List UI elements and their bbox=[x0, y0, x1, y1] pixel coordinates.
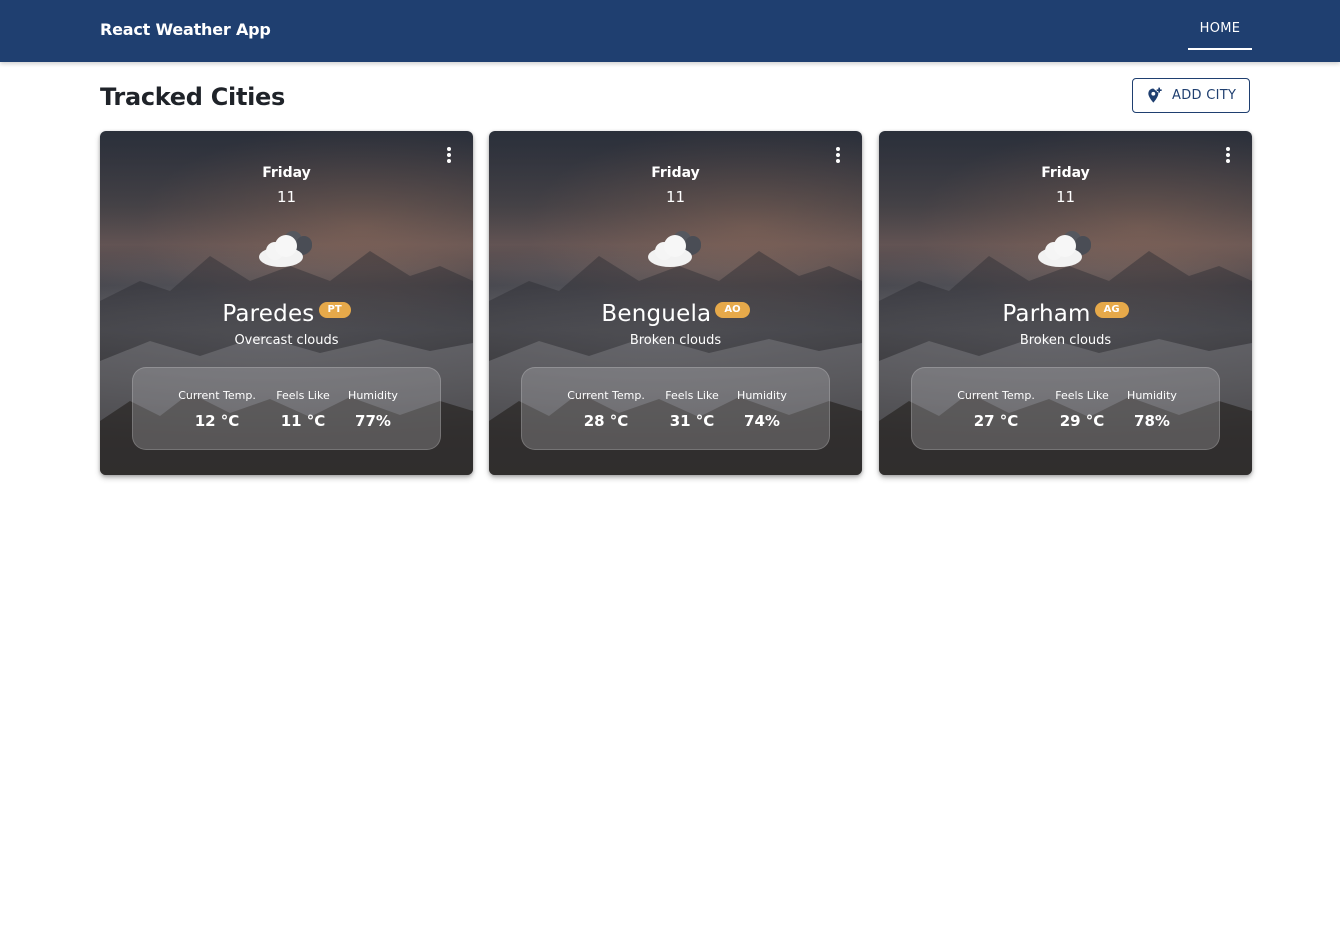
feels-like-stat: Feels Like 31 °C bbox=[660, 388, 724, 431]
current-temp-label: Current Temp. bbox=[567, 389, 645, 402]
humidity-stat: Humidity 74% bbox=[732, 388, 792, 431]
weather-description: Broken clouds bbox=[1019, 333, 1112, 348]
nav-home-tab[interactable]: HOME bbox=[1188, 0, 1252, 50]
current-temp-stat: Current Temp. 12 °C bbox=[173, 388, 261, 431]
city-card: Friday 11 Parham AG Broken clouds Current… bbox=[879, 131, 1252, 475]
current-temp-stat: Current Temp. 27 °C bbox=[952, 388, 1040, 431]
card-day: Friday bbox=[1041, 165, 1090, 181]
feels-like-value: 29 °C bbox=[1059, 412, 1105, 430]
broken-clouds-icon bbox=[648, 231, 701, 267]
current-temp-value: 27 °C bbox=[973, 412, 1019, 430]
city-name: Benguela bbox=[601, 301, 712, 327]
humidity-label: Humidity bbox=[1127, 389, 1177, 402]
add-city-button[interactable]: ADD CITY bbox=[1132, 78, 1250, 113]
broken-clouds-icon bbox=[259, 231, 312, 267]
weather-description: Broken clouds bbox=[629, 333, 722, 348]
card-day: Friday bbox=[262, 165, 311, 181]
weather-stats-panel: Current Temp. 27 °C Feels Like 29 °C Hum… bbox=[911, 367, 1220, 450]
current-temp-label: Current Temp. bbox=[178, 389, 256, 402]
city-card: Friday 11 Benguela AO Broken clouds Curre… bbox=[489, 131, 862, 475]
card-date: 11 bbox=[665, 188, 686, 206]
current-temp-label: Current Temp. bbox=[957, 389, 1035, 402]
broken-clouds-icon bbox=[1038, 231, 1091, 267]
feels-like-stat: Feels Like 11 °C bbox=[271, 388, 335, 431]
card-day: Friday bbox=[651, 165, 700, 181]
weather-stats-panel: Current Temp. 28 °C Feels Like 31 °C Hum… bbox=[521, 367, 830, 450]
feels-like-value: 11 °C bbox=[280, 412, 326, 430]
current-temp-stat: Current Temp. 28 °C bbox=[562, 388, 650, 431]
humidity-stat: Humidity 77% bbox=[343, 388, 403, 431]
weather-description: Overcast clouds bbox=[234, 333, 339, 348]
city-card: Friday 11 Paredes PT Overcast clouds Curr… bbox=[100, 131, 473, 475]
current-temp-value: 28 °C bbox=[583, 412, 629, 430]
app-bar: React Weather App HOME bbox=[0, 0, 1340, 62]
country-badge: AO bbox=[715, 302, 750, 318]
humidity-label: Humidity bbox=[737, 389, 787, 402]
feels-like-label: Feels Like bbox=[276, 389, 330, 402]
country-badge: AG bbox=[1094, 302, 1129, 318]
card-date: 11 bbox=[276, 188, 297, 206]
humidity-label: Humidity bbox=[348, 389, 398, 402]
humidity-value: 77% bbox=[355, 412, 391, 430]
feels-like-stat: Feels Like 29 °C bbox=[1050, 388, 1114, 431]
feels-like-label: Feels Like bbox=[665, 389, 719, 402]
humidity-value: 78% bbox=[1134, 412, 1170, 430]
page-title: Tracked Cities bbox=[100, 83, 286, 111]
current-temp-value: 12 °C bbox=[194, 412, 240, 430]
feels-like-value: 31 °C bbox=[669, 412, 715, 430]
humidity-stat: Humidity 78% bbox=[1122, 388, 1182, 431]
city-name: Paredes bbox=[222, 301, 315, 327]
country-badge: PT bbox=[318, 302, 351, 318]
add-city-label: ADD CITY bbox=[1172, 88, 1237, 103]
humidity-value: 74% bbox=[744, 412, 780, 430]
app-title[interactable]: React Weather App bbox=[100, 19, 271, 41]
city-name: Parham bbox=[1002, 301, 1091, 327]
weather-stats-panel: Current Temp. 12 °C Feels Like 11 °C Hum… bbox=[132, 367, 441, 450]
add-location-icon bbox=[1148, 87, 1162, 103]
feels-like-label: Feels Like bbox=[1055, 389, 1109, 402]
card-date: 11 bbox=[1055, 188, 1076, 206]
